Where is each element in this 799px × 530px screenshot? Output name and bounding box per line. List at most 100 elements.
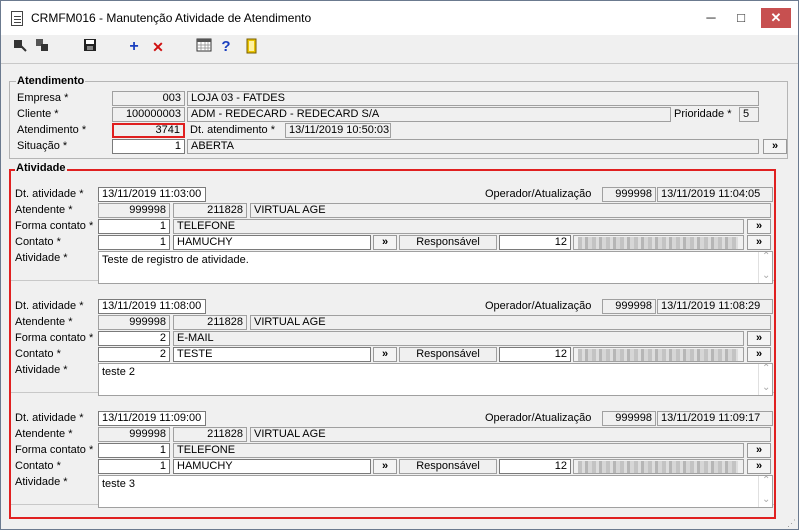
contato-name-field: TESTE: [173, 347, 371, 362]
operador-dt-field: 13/11/2019 11:04:05: [657, 187, 773, 202]
operador-dt-field: 13/11/2019 11:09:17: [657, 411, 773, 426]
responsavel-lookup-button[interactable]: »: [747, 459, 771, 474]
cliente-code-field: 100000003: [112, 107, 185, 122]
forma-contato-lookup-button[interactable]: »: [747, 443, 771, 458]
situacao-lookup-button[interactable]: »: [763, 139, 787, 154]
atividade-text-input[interactable]: Teste de registro de atividade.: [98, 251, 773, 284]
atividade-text-input[interactable]: teste 3: [98, 475, 773, 508]
responsavel-label: Responsável: [399, 347, 497, 362]
atendente-id-field: 211828: [173, 427, 247, 442]
atividade-text-input[interactable]: teste 2: [98, 363, 773, 396]
dt-atendimento-field: 13/11/2019 10:50:03: [285, 123, 391, 138]
atendente-id-field: 211828: [173, 203, 247, 218]
atendente-code-field: 999998: [98, 427, 170, 442]
atendente-name-field: VIRTUAL AGE: [250, 427, 771, 442]
operador-label: Operador/Atualização: [485, 188, 592, 200]
operador-code-field: 999998: [602, 411, 656, 426]
nav2-icon[interactable]: [33, 38, 51, 56]
atividade-text: teste 2: [102, 366, 136, 378]
atividade-card: Dt. atividade * 13/11/2019 11:08:00 Oper…: [11, 285, 774, 396]
toolbar-separator: [1, 63, 798, 64]
resize-grip[interactable]: ⋰: [787, 518, 797, 528]
atividade-card: Dt. atividade * 13/11/2019 11:09:00 Oper…: [11, 397, 774, 508]
forma-contato-input[interactable]: 2: [98, 331, 170, 346]
add-icon[interactable]: +: [125, 38, 143, 56]
responsavel-lookup-button[interactable]: »: [747, 235, 771, 250]
forma-contato-input[interactable]: 1: [98, 219, 170, 234]
dt-atividade-label: Dt. atividade *: [15, 300, 84, 312]
situacao-code-input[interactable]: 1: [112, 139, 185, 154]
responsavel-label: Responsável: [399, 235, 497, 250]
title-bar: CRMFM016 - Manutenção Atividade de Atend…: [1, 1, 798, 35]
contato-label: Contato *: [15, 460, 61, 472]
contato-input[interactable]: 1: [98, 459, 170, 474]
maximize-button[interactable]: □: [727, 9, 755, 27]
responsavel-input[interactable]: 12: [499, 459, 571, 474]
contato-label: Contato *: [15, 236, 61, 248]
toolbar: + ✕ ?: [1, 35, 798, 59]
responsavel-name-field: [573, 459, 744, 474]
delete-icon[interactable]: ✕: [149, 38, 167, 56]
close-button[interactable]: ✕: [761, 8, 791, 28]
exit-icon[interactable]: [243, 38, 261, 56]
responsavel-input[interactable]: 12: [499, 235, 571, 250]
dt-atividade-input[interactable]: 13/11/2019 11:08:00: [98, 299, 206, 314]
help-icon[interactable]: ?: [217, 38, 235, 56]
cliente-name-field: ADM - REDECARD - REDECARD S/A: [187, 107, 671, 122]
atendente-label: Atendente *: [15, 316, 73, 328]
contato-lookup-button[interactable]: »: [373, 459, 397, 474]
operador-label: Operador/Atualização: [485, 412, 592, 424]
dt-atividade-input[interactable]: 13/11/2019 11:03:00: [98, 187, 206, 202]
atividade-card: Dt. atividade * 13/11/2019 11:03:00 Oper…: [11, 173, 774, 284]
contato-lookup-button[interactable]: »: [373, 347, 397, 362]
responsavel-name-field: [573, 347, 744, 362]
forma-contato-lookup-button[interactable]: »: [747, 331, 771, 346]
contato-input[interactable]: 1: [98, 235, 170, 250]
situacao-label: Situação *: [17, 140, 68, 152]
dt-atividade-input[interactable]: 13/11/2019 11:09:00: [98, 411, 206, 426]
atividade-text-label: Atividade *: [15, 252, 68, 264]
atendente-id-field: 211828: [173, 315, 247, 330]
contato-label: Contato *: [15, 348, 61, 360]
operador-dt-field: 13/11/2019 11:08:29: [657, 299, 773, 314]
dt-atividade-label: Dt. atividade *: [15, 412, 84, 424]
operador-code-field: 999998: [602, 187, 656, 202]
minimize-button[interactable]: ─: [697, 9, 725, 27]
responsavel-input[interactable]: 12: [499, 347, 571, 362]
atendente-code-field: 999998: [98, 315, 170, 330]
app-window: CRMFM016 - Manutenção Atividade de Atend…: [0, 0, 799, 530]
empresa-label: Empresa *: [17, 92, 69, 104]
empresa-code-field: 003: [112, 91, 185, 106]
atendimento-label: Atendimento *: [17, 124, 87, 136]
contato-name-field: HAMUCHY: [173, 459, 371, 474]
memo-scrollbar[interactable]: [758, 475, 772, 507]
forma-contato-lookup-button[interactable]: »: [747, 219, 771, 234]
responsavel-name-field: [573, 235, 744, 250]
contato-lookup-button[interactable]: »: [373, 235, 397, 250]
memo-scrollbar[interactable]: [758, 251, 772, 283]
cliente-label: Cliente *: [17, 108, 59, 120]
responsavel-lookup-button[interactable]: »: [747, 347, 771, 362]
calendar-icon[interactable]: [195, 38, 213, 56]
document-icon: [11, 11, 23, 26]
atividade-text: teste 3: [102, 478, 136, 490]
atendente-name-field: VIRTUAL AGE: [250, 203, 771, 218]
nav-icon[interactable]: [11, 38, 29, 56]
save-icon[interactable]: [81, 38, 99, 56]
contato-name-field: HAMUCHY: [173, 235, 371, 250]
forma-contato-label: Forma contato *: [15, 220, 94, 232]
empresa-name-field: LOJA 03 - FATDES: [187, 91, 759, 106]
atendente-label: Atendente *: [15, 204, 73, 216]
forma-contato-input[interactable]: 1: [98, 443, 170, 458]
forma-contato-name-field: TELEFONE: [173, 219, 744, 234]
atendente-label: Atendente *: [15, 428, 73, 440]
atividade-text: Teste de registro de atividade.: [102, 254, 249, 266]
contato-input[interactable]: 2: [98, 347, 170, 362]
forma-contato-label: Forma contato *: [15, 332, 94, 344]
dt-atendimento-label: Dt. atendimento *: [190, 124, 275, 136]
dt-atividade-label: Dt. atividade *: [15, 188, 84, 200]
forma-contato-name-field: E-MAIL: [173, 331, 744, 346]
atendente-code-field: 999998: [98, 203, 170, 218]
operador-code-field: 999998: [602, 299, 656, 314]
memo-scrollbar[interactable]: [758, 363, 772, 395]
